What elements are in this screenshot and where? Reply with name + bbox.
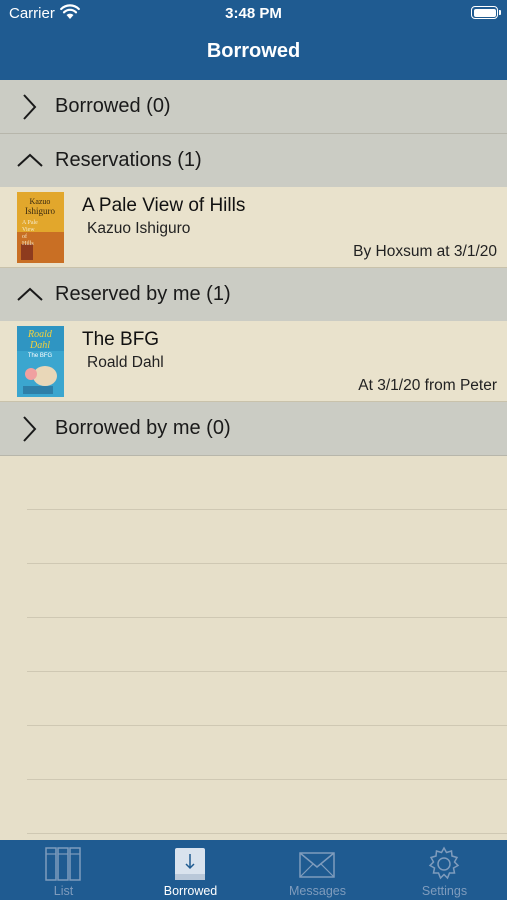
tab-bar: List Borrowed Messages Settings — [0, 840, 507, 900]
section-label: Borrowed by me (0) — [55, 417, 231, 439]
chevron-right-icon — [23, 416, 37, 442]
tab-settings[interactable]: Settings — [381, 840, 507, 900]
svg-text:Roald: Roald — [27, 329, 53, 340]
envelope-icon — [299, 852, 335, 878]
row-separator — [27, 833, 507, 834]
book-cover: Roald Dahl The BFG — [17, 326, 64, 397]
tab-borrowed[interactable]: Borrowed — [127, 840, 254, 900]
section-header-borrowed-by-me[interactable]: Borrowed by me (0) — [0, 402, 507, 456]
row-separator — [27, 617, 507, 618]
svg-text:A Pale: A Pale — [22, 220, 38, 226]
gear-icon — [428, 846, 460, 880]
section-header-borrowed[interactable]: Borrowed (0) — [0, 80, 507, 134]
row-separator — [27, 779, 507, 780]
section-label: Reservations (1) — [55, 149, 202, 171]
navigation-bar: Carrier 3:48 PM Borrowed — [0, 0, 507, 80]
tab-messages[interactable]: Messages — [254, 840, 381, 900]
tab-label: Settings — [421, 884, 468, 898]
reservation-info: By Hoxsum at 3/1/20 — [353, 243, 497, 260]
status-bar: Carrier 3:48 PM — [0, 0, 507, 28]
books-icon — [45, 847, 81, 881]
row-separator — [27, 725, 507, 726]
tab-label: List — [53, 884, 74, 898]
svg-text:Ishiguro: Ishiguro — [25, 206, 55, 216]
tab-list[interactable]: List — [0, 840, 127, 900]
chevron-up-icon — [17, 287, 43, 301]
reservation-info: At 3/1/20 from Peter — [358, 377, 497, 394]
section-label: Borrowed (0) — [55, 95, 171, 117]
row-separator — [27, 671, 507, 672]
tab-label: Borrowed — [163, 884, 218, 898]
clock: 3:48 PM — [225, 5, 282, 22]
book-author: Roald Dahl — [87, 354, 164, 371]
svg-text:View: View — [22, 227, 35, 233]
list-item[interactable]: Roald Dahl The BFG The BFG Roald Dahl At… — [0, 321, 507, 402]
tab-label: Messages — [289, 884, 346, 898]
row-separator — [27, 563, 507, 564]
svg-text:Hills: Hills — [22, 241, 34, 247]
battery-icon — [471, 6, 501, 19]
section-header-reserved-by-me[interactable]: Reserved by me (1) — [0, 268, 507, 322]
svg-text:Kazuo: Kazuo — [30, 197, 51, 206]
chevron-right-icon — [23, 94, 37, 120]
book-cover: Kazuo Ishiguro A Pale View of Hills — [17, 192, 64, 263]
svg-text:of: of — [22, 233, 27, 240]
book-author: Kazuo Ishiguro — [87, 220, 191, 237]
borrowed-download-icon — [175, 848, 205, 880]
list-item[interactable]: Kazuo Ishiguro A Pale View of Hills A Pa… — [0, 187, 507, 268]
book-title: The BFG — [82, 329, 160, 350]
book-title: A Pale View of Hills — [82, 195, 246, 216]
section-header-reservations[interactable]: Reservations (1) — [0, 134, 507, 188]
svg-text:The BFG: The BFG — [28, 353, 53, 359]
svg-text:Dahl: Dahl — [29, 340, 50, 351]
chevron-up-icon — [17, 153, 43, 167]
page-title: Borrowed — [206, 40, 301, 62]
row-separator — [27, 509, 507, 510]
section-label: Reserved by me (1) — [55, 283, 231, 305]
